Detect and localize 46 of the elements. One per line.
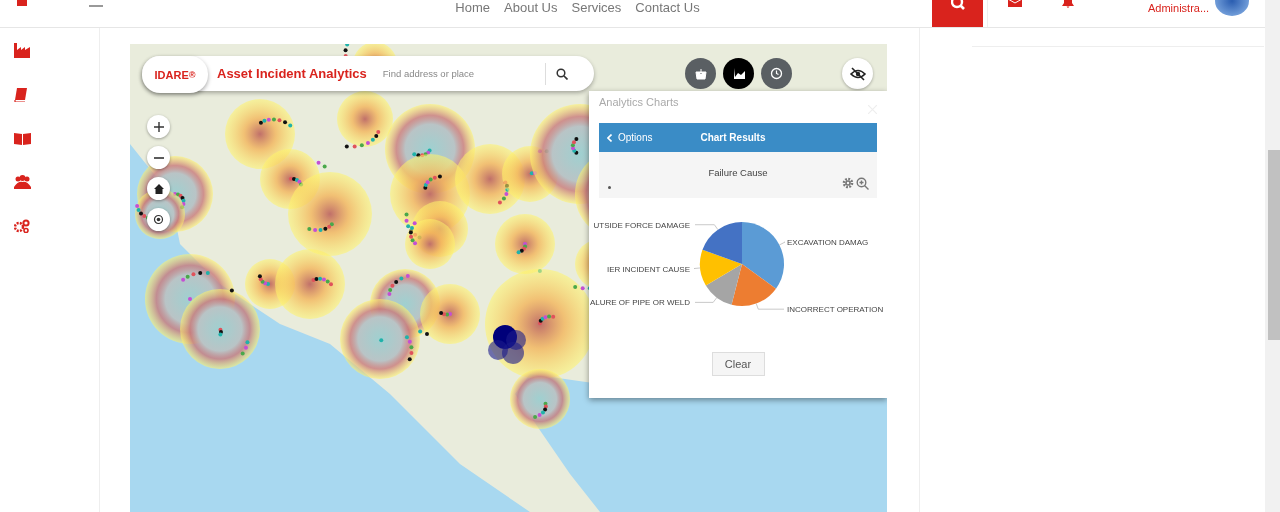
scrollbar-thumb[interactable] (1268, 150, 1280, 340)
nav-link[interactable]: Home (455, 0, 490, 15)
panel-heading: Chart Results (700, 132, 766, 143)
crosshair-icon (153, 214, 164, 225)
nav-link[interactable]: About Us (504, 0, 558, 15)
app-title: Asset Incident Analytics (217, 66, 367, 81)
slice-label: IER INCIDENT CAUSE (607, 264, 690, 274)
slice-label: ALURE OF PIPE OR WELD (589, 298, 690, 308)
clear-button[interactable]: Clear (711, 352, 765, 376)
heatmap-cluster (275, 249, 345, 319)
mail-icon[interactable] (1008, 0, 1022, 7)
scrollbar[interactable] (1265, 0, 1280, 512)
book-icon[interactable] (14, 88, 28, 102)
leader-line (779, 241, 786, 246)
gears-icon[interactable] (14, 219, 30, 233)
slice-label: EXCAVATION DAMAG (787, 238, 869, 248)
slice-label: INCORRECT OPERATION (787, 305, 884, 315)
gear-icon[interactable] (842, 177, 854, 189)
address-search-field[interactable]: Find address or place (380, 62, 546, 85)
search-button[interactable] (555, 67, 568, 80)
leader-line (755, 303, 785, 310)
chevron-left-icon (607, 133, 612, 142)
panel-title: Analytics Charts (599, 96, 679, 110)
search-icon (555, 67, 568, 80)
chart-title: Failure Cause (708, 167, 768, 180)
history-icon (770, 67, 783, 80)
home-icon (153, 183, 164, 194)
zoom-in-icon[interactable] (856, 177, 869, 190)
eye-slash-icon (849, 66, 866, 81)
factory-icon[interactable] (14, 43, 30, 58)
heatmap-cluster (225, 99, 295, 169)
users-icon[interactable] (14, 175, 31, 189)
user-name[interactable]: Administra... (1148, 2, 1210, 14)
nav-link[interactable]: Contact Us (635, 0, 700, 15)
back-button[interactable]: Options (607, 132, 653, 143)
open-book-icon[interactable] (14, 132, 31, 145)
nav-link[interactable]: Services (571, 0, 622, 15)
plus-icon (153, 121, 164, 132)
leader-line (693, 267, 701, 269)
cluster-marker[interactable] (488, 325, 526, 364)
leader-line (694, 224, 719, 231)
heatmap-cluster (418, 284, 480, 344)
leader-line (694, 297, 718, 303)
minus-icon (153, 156, 164, 159)
search-icon (950, 0, 965, 10)
bell-icon[interactable] (1061, 0, 1075, 8)
